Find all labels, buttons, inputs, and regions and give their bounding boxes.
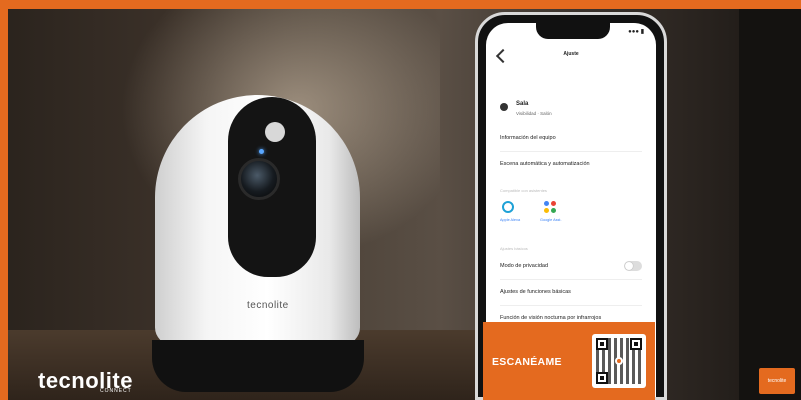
status-bar: ●●● ▮ — [628, 29, 644, 35]
qr-finder-bottom-left — [596, 372, 608, 384]
google-assistant-icon[interactable] — [544, 201, 556, 213]
right-dark-panel — [739, 9, 801, 400]
camera-light-sensor — [265, 122, 285, 142]
app-nav-bar: Ajuste — [486, 41, 656, 71]
camera-lens — [238, 158, 280, 200]
device-name: Sala — [516, 101, 529, 107]
settings-row-device-info[interactable]: Información del equipo — [500, 135, 642, 141]
divider — [500, 151, 642, 152]
camera-logo: tecnolite — [247, 300, 289, 311]
scan-me-label: ESCANÉAME — [492, 356, 562, 368]
top-accent-border — [0, 0, 801, 9]
settings-row-basic-functions[interactable]: Ajustes de funciones básicas — [500, 289, 642, 295]
qr-code[interactable] — [592, 334, 646, 388]
settings-row-night-vision[interactable]: Función de visión nocturna por infrarroj… — [500, 315, 642, 321]
qr-center-logo — [615, 357, 623, 365]
scan-me-banner[interactable]: ESCANÉAME — [483, 322, 655, 400]
privacy-toggle[interactable] — [624, 261, 642, 271]
device-icon — [500, 103, 508, 111]
settings-row-automation[interactable]: Escena automática y automatización — [500, 161, 642, 167]
divider — [500, 305, 642, 306]
qr-finder-top-left — [596, 338, 608, 350]
promo-screenshot: tecnolite tecnolite tecnolite CONNECT ●●… — [0, 0, 801, 400]
section-label-basic: Ajustes básicos — [500, 246, 528, 251]
device-entry[interactable]: Sala Visibilidad · Salón — [500, 99, 640, 125]
qr-finder-top-right — [630, 338, 642, 350]
divider — [500, 279, 642, 280]
corner-brand-badge: tecnolite — [759, 368, 795, 394]
alexa-icon[interactable] — [502, 201, 514, 213]
brand-sublogo: CONNECT — [100, 388, 132, 394]
nav-title: Ajuste — [563, 51, 579, 57]
assistant-list: Apple Alexa Google Asst. — [500, 199, 580, 229]
settings-row-privacy[interactable]: Modo de privacidad — [500, 263, 642, 269]
google-assistant-label: Google Asst. — [540, 218, 562, 222]
camera-base — [152, 340, 364, 392]
left-accent-border — [0, 0, 8, 400]
alexa-label: Apple Alexa — [500, 218, 521, 222]
camera-status-led — [259, 149, 264, 154]
phone-notch — [536, 23, 610, 39]
section-label-assistants: Compatible con asistentes — [500, 188, 547, 193]
device-subtitle: Visibilidad · Salón — [516, 111, 552, 116]
